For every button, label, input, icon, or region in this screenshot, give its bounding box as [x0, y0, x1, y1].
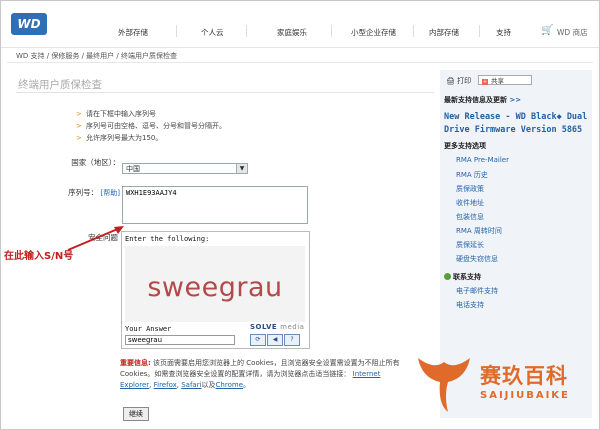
serial-help-link[interactable]: [帮助]	[101, 189, 120, 197]
arrow-right-icon: >	[76, 122, 82, 130]
captcha-word: sweegrau	[147, 272, 283, 303]
captcha-instruction: Enter the following:	[125, 235, 210, 243]
list-item: > 请在下框中输入序列号	[76, 110, 156, 118]
nav-separator	[479, 25, 480, 37]
print-link[interactable]: 🖨 打印	[446, 76, 471, 86]
captcha-image: sweegrau	[125, 246, 305, 322]
annotation-arrow-icon	[67, 226, 124, 251]
wd-logo[interactable]: WD	[11, 13, 47, 35]
notice-and: 以及	[201, 381, 216, 389]
firefox-link[interactable]: Firefox	[154, 381, 177, 389]
nav-personal-cloud[interactable]: 个人云	[201, 27, 224, 38]
list-item: > 序列号可由空格、逗号、分号和冒号分隔开。	[76, 122, 226, 130]
page-title: 终端用户质保检查	[18, 79, 102, 91]
arrow-right-icon: >	[76, 134, 82, 142]
list-item: > 允许序列号最大为150。	[76, 134, 163, 142]
instructions-list: > 请在下框中输入序列号 > 序列号可由空格、逗号、分号和冒号分隔开。 > 允许序列号…	[76, 108, 226, 144]
nav-separator	[413, 25, 414, 37]
country-select[interactable]: 中国 ▼	[122, 163, 248, 174]
nav-home-entertainment[interactable]: 家庭娱乐	[277, 27, 307, 38]
refresh-icon[interactable]: ⟳	[250, 334, 266, 346]
sidebar-item-shipping-address[interactable]: 收件地址	[456, 198, 484, 208]
plus-icon: +	[482, 79, 488, 85]
contact-icon	[444, 273, 451, 280]
help-icon[interactable]: ?	[284, 334, 300, 346]
nav-external-storage[interactable]: 外部存储	[118, 27, 148, 38]
nav-store[interactable]: WD 商店	[557, 27, 588, 38]
arrow-right-icon: >	[76, 110, 82, 118]
annotation-text: 在此输入S/N号	[4, 251, 74, 262]
top-navigation: WD 外部存储 个人云 家庭娱乐 小型企业存储 内部存储 支持 🛒 WD 商店	[1, 1, 599, 48]
captcha-widget: Enter the following: sweegrau Your Answe…	[121, 231, 310, 349]
more-options-heading: 更多支持选项	[444, 142, 486, 150]
nav-separator	[176, 25, 177, 37]
sidebar-item-rma-pre-mailer[interactable]: RMA Pre-Mailer	[456, 156, 509, 164]
serial-label-row: 序列号： [帮助]	[60, 187, 120, 198]
captcha-answer-input[interactable]	[125, 335, 235, 345]
share-button[interactable]: + 共享	[478, 75, 532, 85]
whale-tail-icon	[418, 358, 470, 412]
release-link[interactable]: New Release - WD Black◆ Dual Drive Firmw…	[444, 111, 592, 137]
title-divider	[16, 92, 434, 93]
safari-link[interactable]: Safari	[181, 381, 201, 389]
sidebar-item-warranty-policy[interactable]: 质保政策	[456, 184, 484, 194]
watermark: 赛玖百科 SAIJIUBAIKE	[408, 348, 598, 424]
nav-small-business-storage[interactable]: 小型企业存储	[351, 27, 396, 38]
audio-icon[interactable]: ◀	[267, 334, 283, 346]
nav-internal-storage[interactable]: 内部存储	[429, 27, 459, 38]
serial-label: 序列号：	[68, 188, 99, 197]
phone-support-link[interactable]: 电话支持	[456, 300, 484, 310]
nav-separator	[246, 25, 247, 37]
watermark-en: SAIJIUBAIKE	[480, 390, 570, 401]
email-support-link[interactable]: 电子邮件支持	[456, 286, 498, 296]
breadcrumb-divider	[7, 62, 593, 63]
chrome-link[interactable]: Chrome	[216, 381, 243, 389]
chevron-down-icon[interactable]: ▼	[236, 164, 247, 173]
cookie-notice: 重要信息: 该页面需要启用您浏览器上的 Cookies，且浏览器安全设置需设置为…	[120, 359, 400, 389]
contact-support-heading: 联系支持	[444, 272, 481, 282]
breadcrumb[interactable]: WD 支持 / 保修服务 / 最终用户 / 终端用户质保检查	[16, 51, 177, 61]
watermark-cn: 赛玖百科	[480, 364, 568, 388]
cart-icon[interactable]: 🛒	[541, 25, 553, 36]
serial-number-input[interactable]: WXH1E93AAJY4	[122, 186, 308, 224]
sidebar-item-rma-history[interactable]: RMA 历史	[456, 170, 488, 180]
nav-separator	[331, 25, 332, 37]
continue-button[interactable]: 继续	[123, 407, 149, 421]
captcha-answer-label: Your Answer	[125, 325, 172, 333]
country-label: 国家（地区）：	[71, 158, 120, 167]
nav-support[interactable]: 支持	[496, 27, 511, 38]
print-icon: 🖨	[446, 77, 455, 85]
more-link[interactable]: >>	[509, 96, 521, 104]
sidebar-item-warranty-extension[interactable]: 质保延长	[456, 240, 484, 250]
sidebar-item-packaging-info[interactable]: 包装信息	[456, 212, 484, 222]
sidebar-item-rma-turnaround[interactable]: RMA 周转时间	[456, 226, 502, 236]
solvemedia-logo: SOLVE media	[250, 323, 305, 331]
sidebar-item-stolen-drive[interactable]: 硬盘失窃信息	[456, 254, 498, 264]
notice-important-label: 重要信息:	[120, 359, 151, 367]
latest-support-heading: 最新支持信息及更新 >>	[444, 96, 522, 104]
country-select-value: 中国	[126, 165, 140, 173]
